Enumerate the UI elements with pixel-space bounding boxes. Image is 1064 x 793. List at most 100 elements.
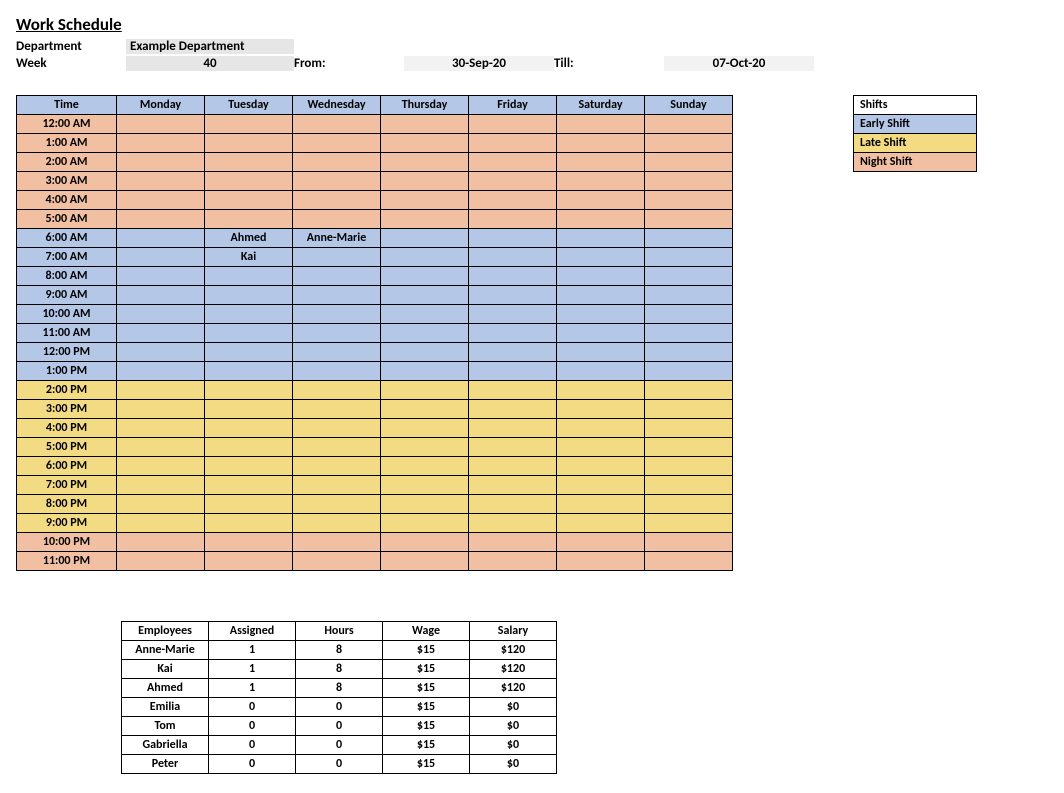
schedule-cell[interactable] xyxy=(469,210,557,229)
schedule-cell[interactable] xyxy=(645,191,733,210)
emp-cell-2[interactable]: 8 xyxy=(296,641,383,660)
schedule-cell[interactable] xyxy=(469,286,557,305)
schedule-cell[interactable] xyxy=(117,533,205,552)
schedule-cell[interactable] xyxy=(469,229,557,248)
schedule-cell[interactable] xyxy=(117,457,205,476)
emp-cell-4[interactable]: $0 xyxy=(470,736,557,755)
emp-cell-1[interactable]: 1 xyxy=(209,660,296,679)
schedule-cell[interactable] xyxy=(293,248,381,267)
schedule-cell[interactable] xyxy=(381,419,469,438)
from-value[interactable]: 30-Sep-20 xyxy=(404,56,554,71)
schedule-cell[interactable] xyxy=(205,514,293,533)
schedule-cell[interactable] xyxy=(469,191,557,210)
schedule-cell[interactable] xyxy=(293,362,381,381)
schedule-cell[interactable] xyxy=(645,229,733,248)
emp-cell-3[interactable]: $15 xyxy=(383,736,470,755)
schedule-cell[interactable] xyxy=(205,305,293,324)
schedule-cell[interactable] xyxy=(117,476,205,495)
schedule-cell[interactable] xyxy=(205,419,293,438)
schedule-cell[interactable] xyxy=(117,248,205,267)
emp-cell-4[interactable]: $0 xyxy=(470,755,557,774)
schedule-cell[interactable] xyxy=(117,153,205,172)
schedule-cell[interactable] xyxy=(205,533,293,552)
schedule-cell[interactable] xyxy=(645,533,733,552)
schedule-cell[interactable] xyxy=(469,248,557,267)
emp-cell-2[interactable]: 8 xyxy=(296,660,383,679)
schedule-cell[interactable] xyxy=(645,115,733,134)
schedule-cell[interactable] xyxy=(293,172,381,191)
schedule-cell[interactable] xyxy=(381,400,469,419)
schedule-cell[interactable] xyxy=(381,248,469,267)
schedule-cell[interactable] xyxy=(469,115,557,134)
schedule-cell[interactable] xyxy=(557,153,645,172)
schedule-cell[interactable] xyxy=(381,172,469,191)
schedule-cell[interactable] xyxy=(557,305,645,324)
schedule-cell[interactable] xyxy=(469,533,557,552)
schedule-cell[interactable] xyxy=(205,400,293,419)
schedule-cell[interactable] xyxy=(469,495,557,514)
emp-cell-2[interactable]: 0 xyxy=(296,755,383,774)
schedule-cell[interactable] xyxy=(293,343,381,362)
schedule-cell[interactable] xyxy=(557,172,645,191)
schedule-cell[interactable] xyxy=(469,438,557,457)
schedule-cell[interactable] xyxy=(645,476,733,495)
schedule-cell[interactable] xyxy=(381,457,469,476)
schedule-cell[interactable] xyxy=(557,514,645,533)
schedule-cell[interactable] xyxy=(645,134,733,153)
emp-cell-3[interactable]: $15 xyxy=(383,717,470,736)
schedule-cell[interactable] xyxy=(293,457,381,476)
schedule-cell[interactable] xyxy=(469,400,557,419)
schedule-cell[interactable] xyxy=(645,457,733,476)
schedule-cell[interactable] xyxy=(469,134,557,153)
emp-cell-1[interactable]: 1 xyxy=(209,641,296,660)
schedule-cell[interactable] xyxy=(205,495,293,514)
schedule-cell[interactable] xyxy=(117,419,205,438)
schedule-cell[interactable] xyxy=(469,172,557,191)
schedule-cell[interactable] xyxy=(293,153,381,172)
schedule-cell[interactable] xyxy=(381,229,469,248)
emp-cell-3[interactable]: $15 xyxy=(383,641,470,660)
schedule-cell[interactable] xyxy=(293,286,381,305)
schedule-cell[interactable] xyxy=(381,267,469,286)
schedule-cell[interactable] xyxy=(381,286,469,305)
schedule-cell[interactable] xyxy=(645,286,733,305)
emp-cell-4[interactable]: $120 xyxy=(470,641,557,660)
schedule-cell[interactable] xyxy=(205,438,293,457)
schedule-cell[interactable] xyxy=(293,438,381,457)
schedule-cell[interactable] xyxy=(645,419,733,438)
schedule-cell[interactable] xyxy=(117,210,205,229)
emp-cell-1[interactable]: 1 xyxy=(209,679,296,698)
emp-cell-3[interactable]: $15 xyxy=(383,679,470,698)
schedule-cell[interactable] xyxy=(205,210,293,229)
schedule-cell[interactable] xyxy=(293,115,381,134)
schedule-cell[interactable] xyxy=(293,514,381,533)
schedule-cell[interactable] xyxy=(117,305,205,324)
schedule-cell[interactable] xyxy=(557,495,645,514)
schedule-cell[interactable] xyxy=(381,476,469,495)
schedule-cell[interactable] xyxy=(645,172,733,191)
schedule-cell[interactable] xyxy=(293,381,381,400)
schedule-cell[interactable] xyxy=(117,229,205,248)
schedule-cell[interactable] xyxy=(117,495,205,514)
schedule-cell[interactable] xyxy=(381,324,469,343)
schedule-cell[interactable] xyxy=(293,191,381,210)
schedule-cell[interactable] xyxy=(117,552,205,571)
emp-cell-1[interactable]: 0 xyxy=(209,736,296,755)
schedule-cell[interactable] xyxy=(381,191,469,210)
schedule-cell[interactable] xyxy=(557,533,645,552)
schedule-cell[interactable] xyxy=(469,476,557,495)
till-value[interactable]: 07-Oct-20 xyxy=(664,56,814,71)
schedule-cell[interactable]: Kai xyxy=(205,248,293,267)
schedule-cell[interactable] xyxy=(469,381,557,400)
schedule-cell[interactable] xyxy=(469,419,557,438)
schedule-cell[interactable] xyxy=(117,286,205,305)
emp-cell-2[interactable]: 0 xyxy=(296,698,383,717)
schedule-cell[interactable] xyxy=(117,134,205,153)
schedule-cell[interactable] xyxy=(293,267,381,286)
schedule-cell[interactable] xyxy=(381,533,469,552)
emp-cell-3[interactable]: $15 xyxy=(383,660,470,679)
emp-cell-2[interactable]: 8 xyxy=(296,679,383,698)
emp-cell-1[interactable]: 0 xyxy=(209,717,296,736)
schedule-cell[interactable] xyxy=(645,400,733,419)
emp-cell-2[interactable]: 0 xyxy=(296,736,383,755)
